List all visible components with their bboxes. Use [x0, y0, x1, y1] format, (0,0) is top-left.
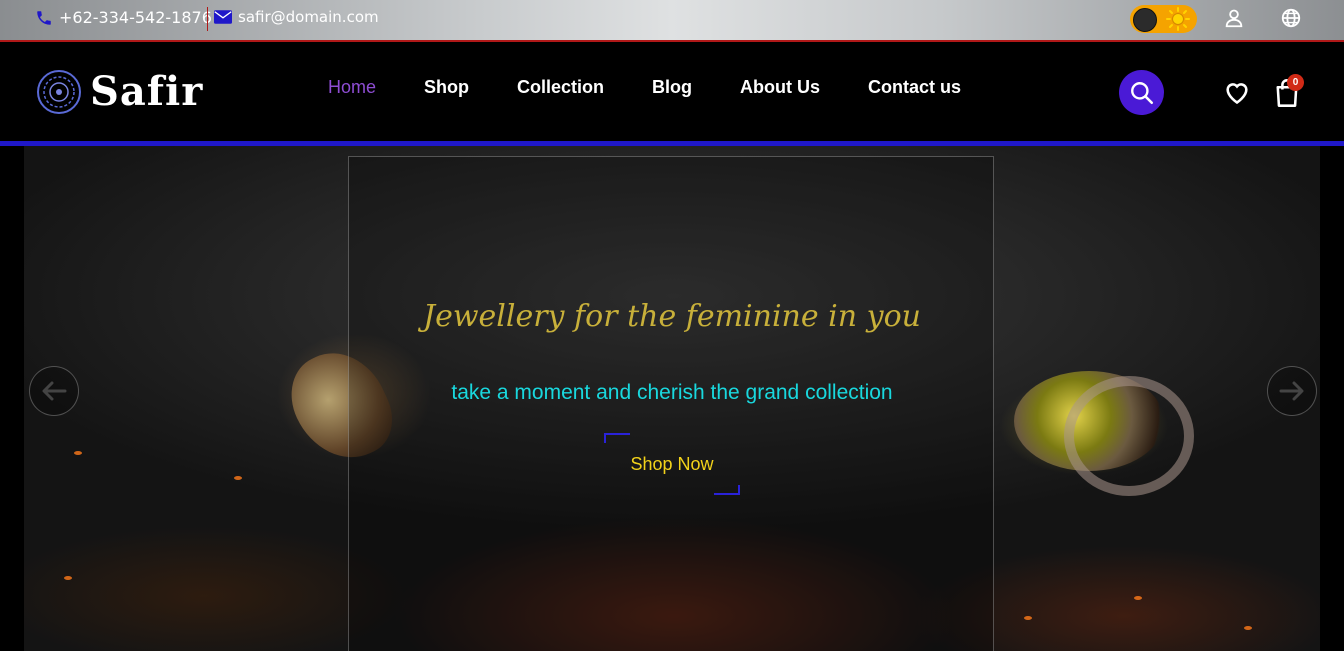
shop-now-label: Shop Now — [630, 453, 714, 474]
nav-shop[interactable]: Shop — [424, 77, 469, 98]
contact-phone[interactable]: +62-334-542-1876 — [35, 8, 212, 27]
ember-spark — [234, 476, 242, 480]
corner-decoration — [714, 485, 740, 495]
slider-prev-button[interactable] — [29, 366, 79, 416]
divider — [207, 7, 208, 31]
corner-decoration — [604, 433, 630, 443]
logo-mandala-icon — [37, 69, 81, 114]
theme-toggle[interactable] — [1130, 5, 1197, 33]
nav-home[interactable]: Home — [328, 77, 376, 98]
cart-count-badge: 0 — [1287, 74, 1304, 91]
phone-number: +62-334-542-1876 — [59, 8, 212, 27]
phone-icon — [37, 10, 51, 25]
sun-icon — [1166, 7, 1190, 31]
toggle-knob — [1133, 8, 1157, 32]
ember-spark — [1134, 596, 1142, 600]
brand-logo[interactable]: Safir — [36, 68, 203, 115]
ember-spark — [64, 576, 72, 580]
ring-band-right — [1064, 376, 1194, 496]
contact-email[interactable]: safir@domain.com — [214, 8, 379, 26]
hero-tagline: Jewellery for the feminine in you — [423, 299, 921, 334]
globe-icon[interactable] — [1280, 7, 1302, 29]
ember-spark — [1244, 626, 1252, 630]
ember-spark — [1024, 616, 1032, 620]
main-nav: Home Shop Collection Blog About Us Conta… — [328, 77, 961, 98]
arrow-right-icon — [1279, 381, 1304, 401]
hero-subline: take a moment and cherish the grand coll… — [451, 381, 893, 404]
arrow-left-icon — [42, 381, 67, 401]
ember-spark — [74, 451, 82, 455]
top-info-bar: +62-334-542-1876 safir@domain.com — [0, 0, 1344, 42]
hero-content-box: Jewellery for the feminine in you take a… — [348, 156, 994, 651]
nav-collection[interactable]: Collection — [517, 77, 604, 98]
search-button[interactable] — [1119, 70, 1164, 115]
brand-name: Safir — [90, 68, 204, 115]
main-header: Safir Home Shop Collection Blog About Us… — [0, 42, 1344, 142]
search-icon — [1130, 81, 1153, 104]
mail-icon — [214, 10, 232, 24]
user-icon[interactable] — [1223, 7, 1245, 29]
nav-contact-us[interactable]: Contact us — [868, 77, 961, 98]
shop-now-button[interactable]: Shop Now — [604, 433, 740, 495]
nav-about-us[interactable]: About Us — [740, 77, 820, 98]
nav-blog[interactable]: Blog — [652, 77, 692, 98]
email-address: safir@domain.com — [238, 8, 379, 26]
wishlist-heart-icon[interactable] — [1223, 78, 1251, 106]
slider-next-button[interactable] — [1267, 366, 1317, 416]
